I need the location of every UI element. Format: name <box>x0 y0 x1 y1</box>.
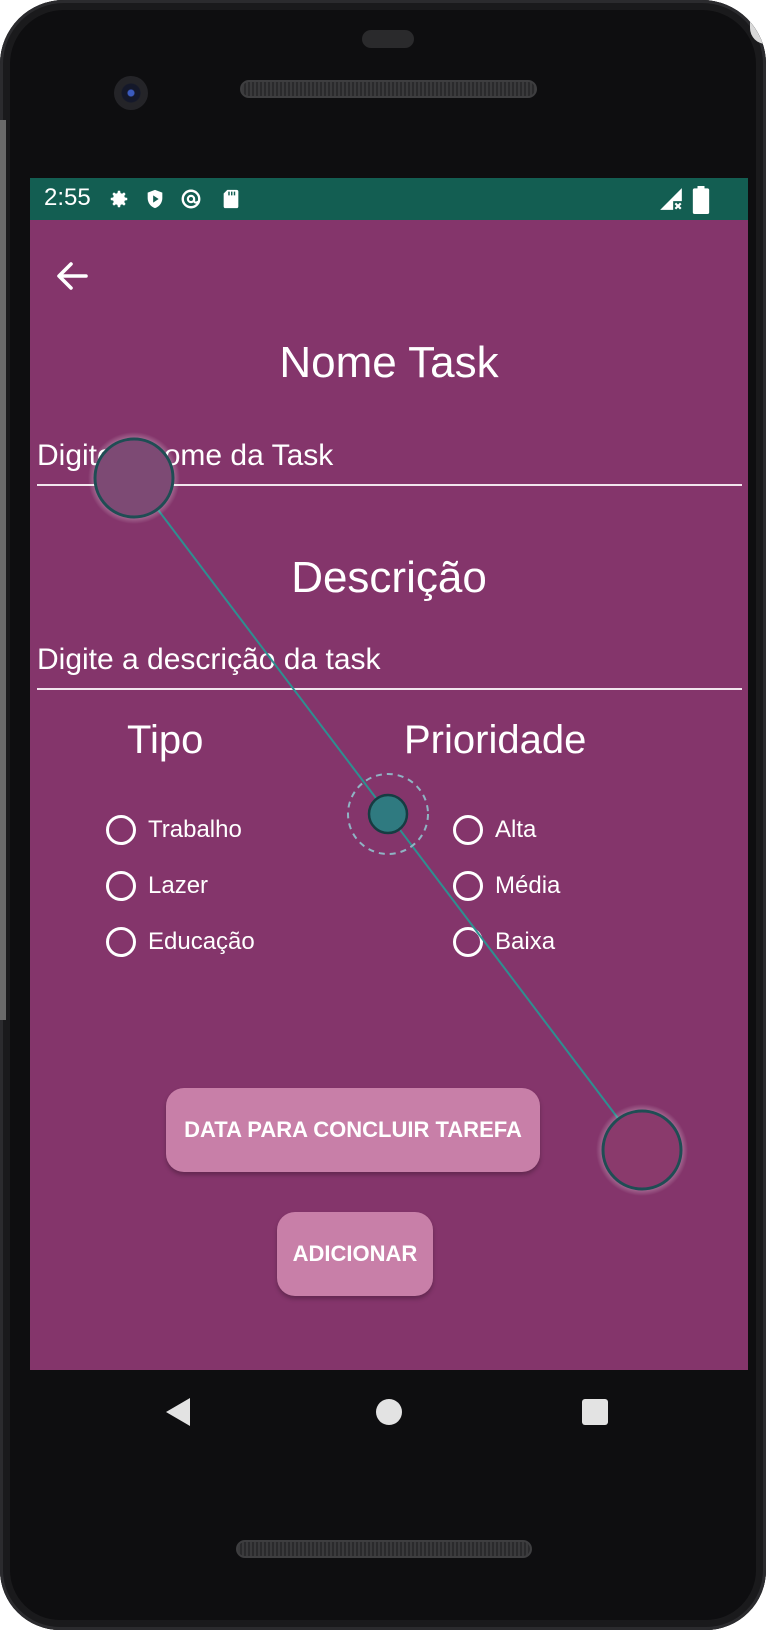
radio-type-lazer[interactable]: Lazer <box>106 866 208 906</box>
add-button[interactable]: ADICIONAR <box>277 1212 433 1296</box>
at-sync-icon <box>181 189 201 209</box>
radio-priority-baixa[interactable]: Baixa <box>453 922 555 962</box>
top-speaker <box>240 80 537 98</box>
bottom-speaker <box>236 1540 532 1558</box>
due-date-button[interactable]: DATA PARA CONCLUIR TAREFA <box>166 1088 540 1172</box>
radio-circle-icon[interactable] <box>453 871 483 901</box>
radio-circle-icon[interactable] <box>453 927 483 957</box>
priority-group-title: Prioridade <box>404 718 587 762</box>
radio-label: Média <box>495 872 561 899</box>
radio-label: Trabalho <box>148 816 242 843</box>
radio-circle-icon[interactable] <box>106 871 136 901</box>
shield-play-icon <box>147 189 163 209</box>
radio-label: Lazer <box>148 872 209 899</box>
status-time: 2:55 <box>44 184 91 211</box>
radio-label: Educação <box>148 928 255 955</box>
radio-circle-icon[interactable] <box>453 815 483 845</box>
task-name-title: Nome Task <box>279 338 499 387</box>
radio-priority-media[interactable]: Média <box>453 866 560 906</box>
description-input[interactable]: Digite a descrição da task <box>37 640 742 690</box>
status-bar: 2:55 <box>30 178 748 220</box>
radio-type-educacao[interactable]: Educação <box>106 922 255 962</box>
front-camera-icon <box>114 76 148 110</box>
radio-label: Alta <box>495 816 537 843</box>
radio-label: Baixa <box>495 928 556 955</box>
device-frame: 2:55 Nome Task Digite o nome da Task Des… <box>0 0 766 1630</box>
battery-icon <box>692 186 710 214</box>
home-circle-icon[interactable] <box>376 1399 402 1425</box>
radio-circle-icon[interactable] <box>106 927 136 957</box>
recents-square-icon[interactable] <box>582 1399 608 1425</box>
device-side-edge <box>0 120 6 1020</box>
back-arrow-icon[interactable] <box>52 256 92 296</box>
earpiece <box>362 30 414 48</box>
radio-priority-alta[interactable]: Alta <box>453 810 536 850</box>
radio-circle-icon[interactable] <box>106 815 136 845</box>
signal-no-data-icon <box>660 188 682 210</box>
app-screen: 2:55 Nome Task Digite o nome da Task Des… <box>30 178 748 1370</box>
description-title: Descrição <box>291 553 487 602</box>
settings-icon <box>110 190 128 208</box>
task-name-input[interactable]: Digite o nome da Task <box>37 436 742 486</box>
back-triangle-icon[interactable] <box>166 1398 190 1426</box>
radio-type-trabalho[interactable]: Trabalho <box>106 810 242 850</box>
device-corner <box>750 0 766 44</box>
sd-card-icon <box>223 189 239 209</box>
type-group-title: Tipo <box>127 718 204 762</box>
